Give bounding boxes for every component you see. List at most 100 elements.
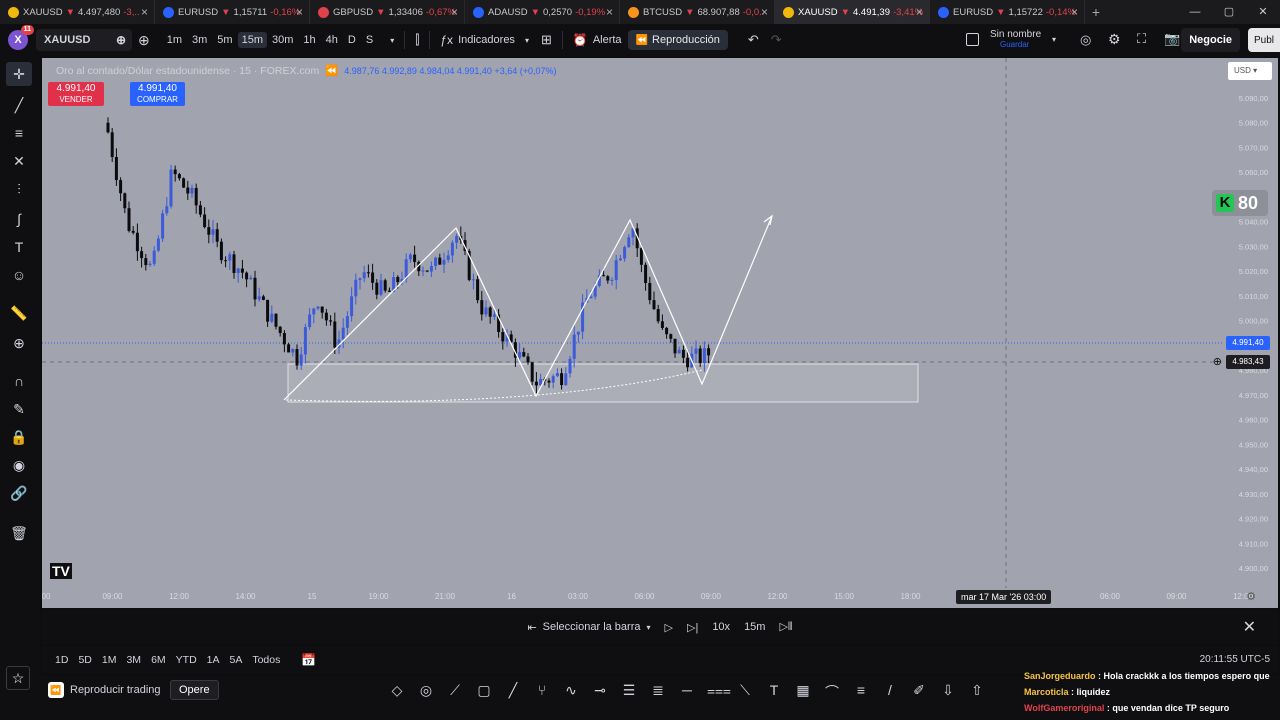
- emoji-icon[interactable]: ☺: [10, 266, 28, 284]
- play-icon[interactable]: ▷: [665, 621, 673, 634]
- fib-icon[interactable]: ≡: [10, 124, 28, 142]
- timeframe-3m[interactable]: 3m: [187, 34, 212, 46]
- undo-icon[interactable]: ↶: [742, 24, 765, 56]
- zoom-in-icon[interactable]: ⊕: [10, 334, 28, 352]
- timeframe-15m[interactable]: 15m: [237, 32, 267, 48]
- browser-tab[interactable]: EURUSD ▼ 1,15722 -0,14% ×: [930, 0, 1085, 24]
- timeframe-D[interactable]: D: [343, 34, 361, 46]
- select-bar-button[interactable]: ⇤ Seleccionar la barra ▾: [527, 621, 650, 634]
- browser-tab[interactable]: XAUUSD ▼ 4.497,480 -3,.. ×: [0, 0, 155, 24]
- timeframe-4h[interactable]: 4h: [321, 34, 343, 46]
- arrow-down-icon[interactable]: ⇩: [939, 682, 957, 702]
- arrow-up-icon[interactable]: ⇧: [968, 682, 986, 702]
- shape-diamond-icon[interactable]: ◇: [388, 682, 406, 702]
- axis-settings-icon[interactable]: ⚙: [1246, 590, 1256, 603]
- trade-button[interactable]: Negocie: [1181, 28, 1240, 52]
- parallel-channel-icon[interactable]: ⩶: [707, 682, 731, 702]
- link-icon[interactable]: 🔗: [10, 484, 28, 502]
- browser-tab[interactable]: ADAUSD ▼ 0,2570 -0,19% ×: [465, 0, 620, 24]
- timeframe-1h[interactable]: 1h: [298, 34, 320, 46]
- currency-select[interactable]: USD ▾: [1228, 62, 1272, 80]
- horizontal-line-icon[interactable]: ─: [678, 682, 696, 702]
- eye-icon[interactable]: ◉: [10, 456, 28, 474]
- brush-icon[interactable]: ∫: [10, 210, 28, 228]
- brush-tool-icon[interactable]: ✐: [910, 682, 928, 702]
- settings-gear-icon[interactable]: ⚙: [1108, 31, 1121, 48]
- fib-levels-icon[interactable]: ☰: [620, 682, 638, 702]
- step-forward-icon[interactable]: ▷|: [687, 621, 698, 634]
- grid-tool-icon[interactable]: ▦: [794, 682, 812, 702]
- buy-button[interactable]: 4.991,40 COMPRAR: [130, 82, 185, 106]
- star-icon[interactable]: ☆: [6, 666, 30, 690]
- close-window-icon[interactable]: ✕: [1246, 0, 1280, 24]
- target-icon[interactable]: ◎: [417, 682, 435, 702]
- publish-button[interactable]: Publ: [1248, 28, 1280, 52]
- compare-icon[interactable]: ⊕: [116, 33, 126, 47]
- new-tab-button[interactable]: +: [1085, 4, 1107, 20]
- price-chart[interactable]: 5.090,005.080,005.070,005.060,005.050,00…: [42, 58, 1278, 608]
- opere-button[interactable]: Opere: [170, 680, 219, 700]
- ray-icon[interactable]: ╱: [504, 682, 522, 702]
- layout-name[interactable]: Sin nombre Guardar: [990, 30, 1041, 50]
- text-icon[interactable]: T: [10, 238, 28, 256]
- camera-icon[interactable]: 📷: [1164, 31, 1180, 47]
- timeframe-5m[interactable]: 5m: [212, 34, 237, 46]
- interval-select[interactable]: 15m: [744, 621, 765, 633]
- trend-angle-icon[interactable]: ⟋: [446, 682, 464, 702]
- browser-tab[interactable]: GBPUSD ▼ 1,33406 -0,67% ×: [310, 0, 465, 24]
- range-6m[interactable]: 6M: [146, 654, 171, 666]
- ruler-icon[interactable]: 📏: [10, 304, 28, 322]
- pitchfork-icon[interactable]: ⑂: [533, 682, 551, 702]
- add-alert-icon[interactable]: ⊕: [1213, 355, 1222, 368]
- close-replay-icon[interactable]: ✕: [1243, 617, 1256, 637]
- wave-icon[interactable]: ∿: [562, 682, 580, 702]
- layout-checkbox[interactable]: [966, 33, 979, 46]
- redo-icon[interactable]: ↷: [765, 24, 788, 56]
- chart-canvas[interactable]: 5.090,005.080,005.070,005.060,005.050,00…: [42, 58, 1278, 608]
- tab-close-icon[interactable]: ×: [761, 5, 768, 19]
- browser-tab[interactable]: EURUSD ▼ 1,15711 -0,16% ×: [155, 0, 310, 24]
- jump-realtime-icon[interactable]: ▷⫴: [779, 620, 792, 634]
- minimize-icon[interactable]: —: [1178, 0, 1212, 24]
- add-symbol-icon[interactable]: ⊕: [132, 24, 156, 56]
- alert-button[interactable]: ⏰ Alerta: [567, 24, 628, 56]
- layout-chevron-icon[interactable]: ▾: [1052, 35, 1056, 44]
- range-ytd[interactable]: YTD: [171, 654, 202, 666]
- quick-search-icon[interactable]: ◎: [1080, 32, 1091, 48]
- horizontal-ray-icon[interactable]: ⊸: [591, 682, 609, 702]
- curve-icon[interactable]: ⌒: [823, 682, 841, 702]
- fullscreen-icon[interactable]: ⛶: [1137, 31, 1146, 47]
- replay-button[interactable]: ⏪ Reproducción: [627, 30, 728, 50]
- channel-icon[interactable]: ≣: [649, 682, 667, 702]
- date-range-icon[interactable]: 📅: [301, 653, 316, 667]
- speed-select[interactable]: 10x: [712, 621, 730, 633]
- range-1d[interactable]: 1D: [50, 654, 73, 666]
- lines-icon[interactable]: ≡: [852, 682, 870, 702]
- trendline-icon[interactable]: ╱: [10, 96, 28, 114]
- range-3m[interactable]: 3M: [121, 654, 146, 666]
- indicators-button[interactable]: ƒx Indicadores ▾: [434, 24, 535, 56]
- range-5a[interactable]: 5A: [225, 654, 248, 666]
- range-todos[interactable]: Todos: [247, 654, 285, 666]
- timeframe-dropdown-icon[interactable]: ▾: [384, 24, 400, 56]
- crosshair-icon[interactable]: ✛: [6, 62, 32, 86]
- line-tool-icon[interactable]: /: [881, 682, 899, 702]
- tab-close-icon[interactable]: ×: [916, 5, 923, 19]
- layouts-icon[interactable]: ⊞: [535, 24, 558, 56]
- path-icon[interactable]: ⟍: [736, 682, 754, 702]
- rectangle-icon[interactable]: ▢: [475, 682, 493, 702]
- timeframe-S[interactable]: S: [361, 34, 378, 46]
- range-1a[interactable]: 1A: [202, 654, 225, 666]
- browser-tab[interactable]: XAUUSD ▼ 4.491,39 -3,41% ×: [775, 0, 930, 24]
- trash-icon[interactable]: 🗑: [10, 524, 28, 542]
- replay-trading-button[interactable]: ⏪ Reproducir trading: [48, 682, 161, 698]
- range-1m[interactable]: 1M: [97, 654, 122, 666]
- tab-close-icon[interactable]: ×: [296, 5, 303, 19]
- tab-close-icon[interactable]: ×: [606, 5, 613, 19]
- range-5d[interactable]: 5D: [73, 654, 96, 666]
- projection-icon[interactable]: ⫶: [10, 180, 28, 198]
- tab-close-icon[interactable]: ×: [141, 5, 148, 19]
- timeframe-30m[interactable]: 30m: [267, 34, 298, 46]
- text-tool-icon[interactable]: T: [765, 682, 783, 702]
- browser-tab[interactable]: BTCUSD ▼ 68.907,88 -0,0.. ×: [620, 0, 775, 24]
